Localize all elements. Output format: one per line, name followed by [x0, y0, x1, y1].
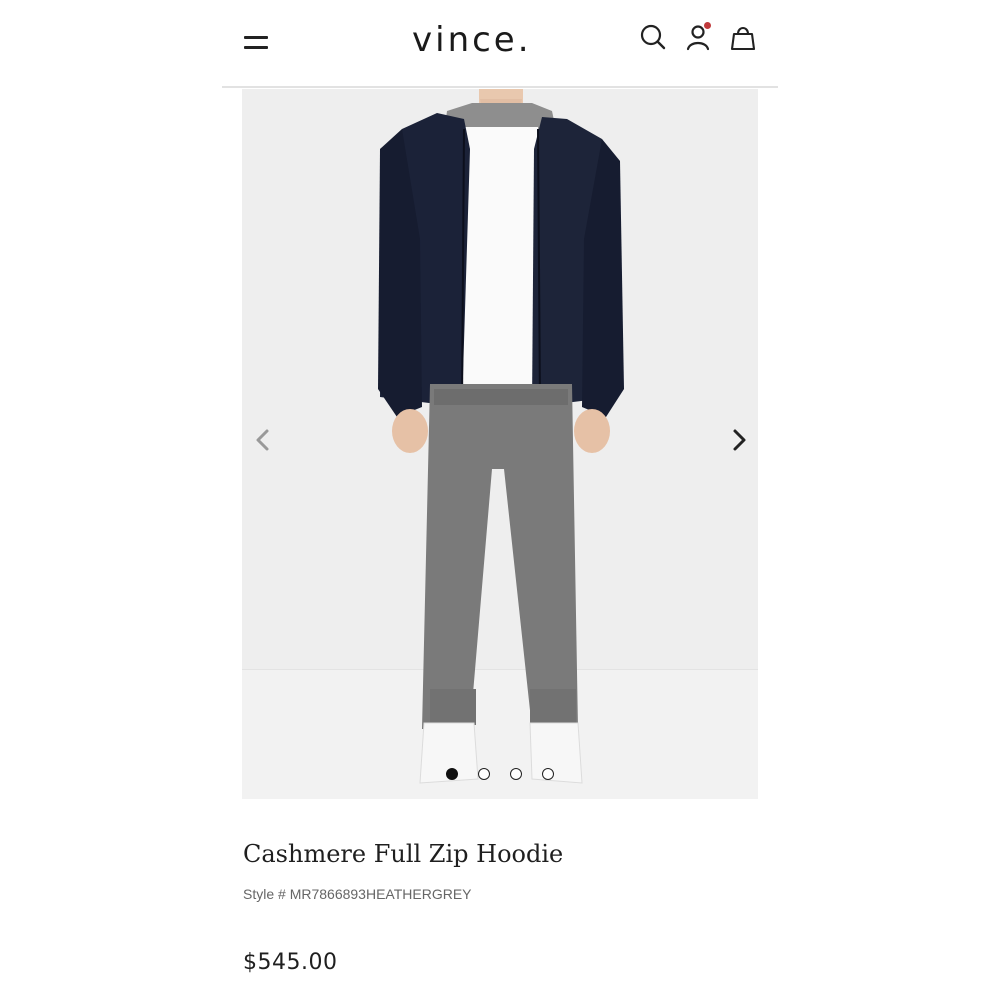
product-image-carousel[interactable]: [242, 89, 758, 799]
carousel-dot-2[interactable]: [478, 768, 490, 780]
brand-logo[interactable]: vince.: [412, 18, 532, 62]
product-style-number: Style # MR7866893HEATHERGREY: [243, 886, 472, 902]
notification-dot: [704, 22, 711, 29]
shopping-bag-icon[interactable]: [730, 22, 758, 52]
carousel-pagination: [446, 768, 556, 782]
chevron-left-icon[interactable]: [248, 425, 278, 455]
carousel-dot-3[interactable]: [510, 768, 522, 780]
hamburger-menu-icon[interactable]: [244, 34, 270, 52]
account-icon[interactable]: [685, 22, 713, 52]
carousel-dot-1[interactable]: [446, 768, 458, 780]
product-title: Cashmere Full Zip Hoodie: [243, 840, 564, 868]
product-photo: [378, 89, 624, 784]
chevron-right-icon[interactable]: [724, 425, 754, 455]
product-price: $545.00: [243, 950, 338, 975]
site-header: vince.: [222, 0, 778, 88]
search-icon[interactable]: [639, 22, 667, 52]
carousel-dot-4[interactable]: [542, 768, 554, 780]
